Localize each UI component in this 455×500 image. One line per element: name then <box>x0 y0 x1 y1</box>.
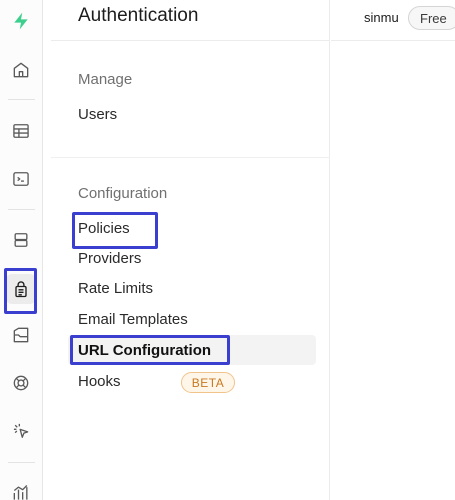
top-bar: sinmu Free <box>331 0 455 41</box>
sidebar-header: Authentication <box>51 0 330 41</box>
auth-sidebar: Authentication Manage Users Configuratio… <box>51 0 330 500</box>
sidebar-item-email-templates[interactable]: Email Templates <box>78 311 188 328</box>
user-name[interactable]: sinmu <box>364 10 399 25</box>
supabase-logo-icon[interactable] <box>6 6 36 36</box>
sidebar-item-providers[interactable]: Providers <box>78 250 141 267</box>
sidebar-item-users[interactable]: Users <box>78 106 117 123</box>
icon-rail <box>0 0 43 500</box>
home-icon[interactable] <box>6 55 36 85</box>
realtime-icon[interactable] <box>6 368 36 398</box>
authentication-icon[interactable] <box>6 274 36 304</box>
page-title: Authentication <box>78 5 199 26</box>
edge-functions-icon[interactable] <box>6 416 36 446</box>
sidebar-item-url-configuration[interactable]: URL Configuration <box>78 342 211 359</box>
storage-icon[interactable] <box>6 320 36 350</box>
plan-badge: Free <box>408 6 455 30</box>
sidebar-item-rate-limits[interactable]: Rate Limits <box>78 280 153 297</box>
section-label-configuration: Configuration <box>78 185 168 202</box>
reports-icon[interactable] <box>6 478 36 500</box>
section-label-manage: Manage <box>78 71 133 88</box>
table-editor-icon[interactable] <box>6 116 36 146</box>
sidebar-item-hooks[interactable]: Hooks <box>78 373 121 390</box>
beta-badge: BETA <box>181 372 235 393</box>
sql-editor-icon[interactable] <box>6 164 36 194</box>
app-window: Authentication Manage Users Configuratio… <box>0 0 455 500</box>
sidebar-item-policies[interactable]: Policies <box>78 220 130 237</box>
section-divider <box>51 157 330 158</box>
database-icon[interactable] <box>6 225 36 255</box>
